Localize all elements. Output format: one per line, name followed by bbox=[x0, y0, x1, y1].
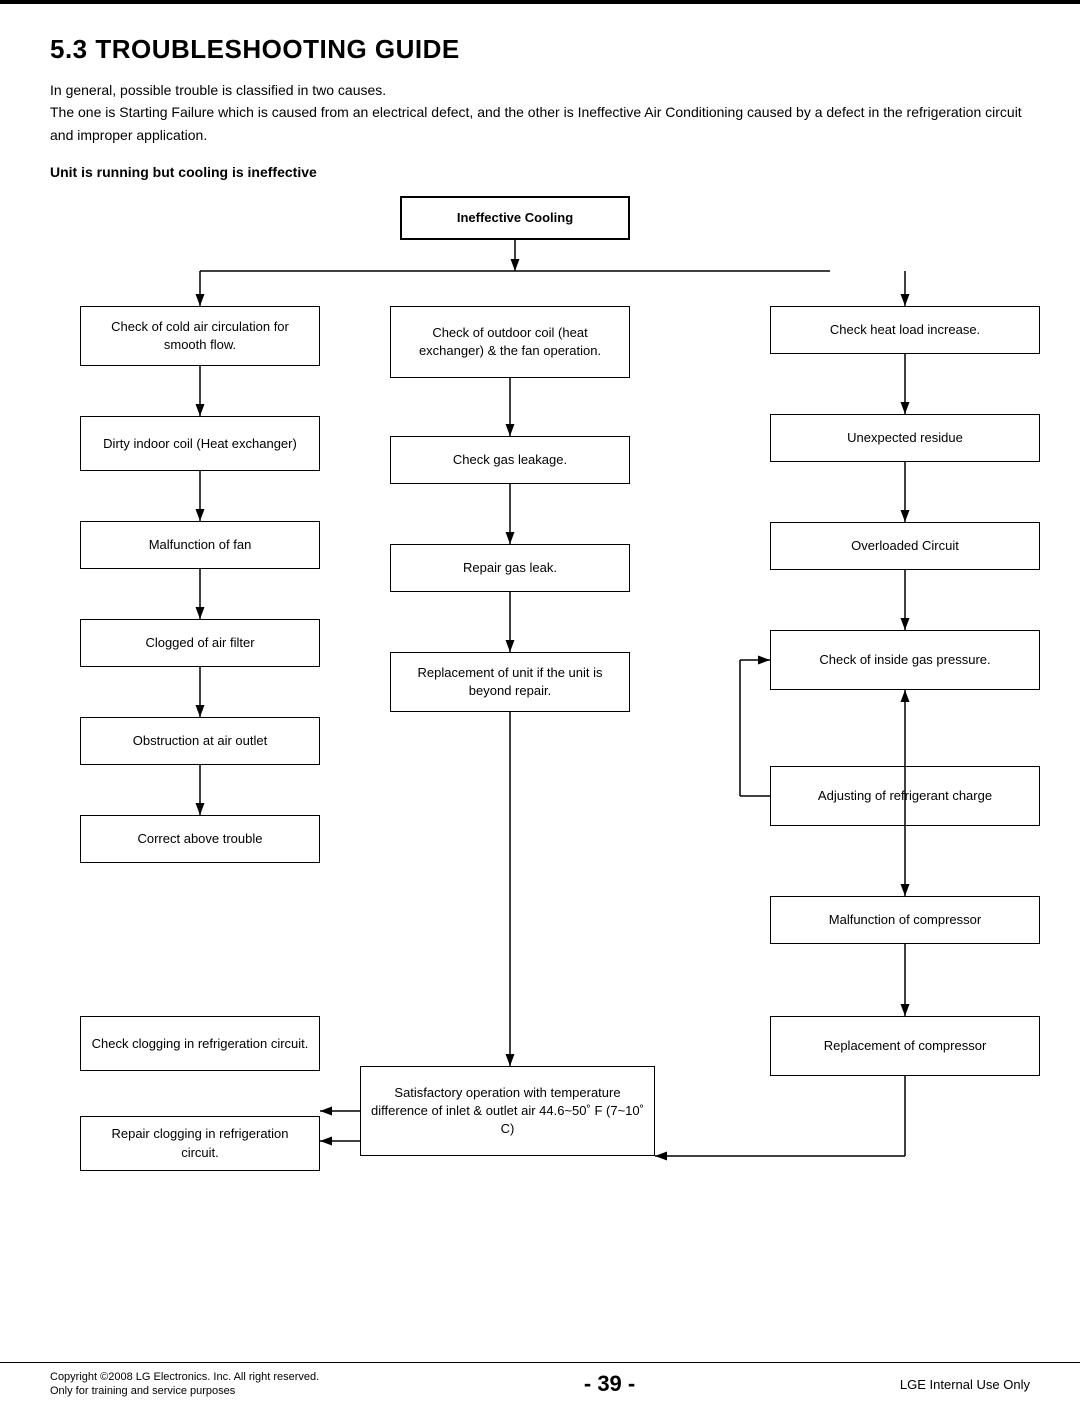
intro-line1: In general, possible trouble is classifi… bbox=[50, 79, 1030, 101]
sub-heading: Unit is running but cooling is ineffecti… bbox=[50, 164, 1030, 180]
box-left4: Clogged of air filter bbox=[80, 619, 320, 667]
footer: Copyright ©2008 LG Electronics. Inc. All… bbox=[0, 1362, 1080, 1405]
box-right7: Replacement of compressor bbox=[770, 1016, 1040, 1076]
box-center4: Replacement of unit if the unit is beyon… bbox=[390, 652, 630, 712]
box-right5: Adjusting of refrigerant charge bbox=[770, 766, 1040, 826]
box-center3: Repair gas leak. bbox=[390, 544, 630, 592]
section-title: 5.3 TROUBLESHOOTING GUIDE bbox=[50, 34, 1030, 65]
box-left2: Dirty indoor coil (Heat exchanger) bbox=[80, 416, 320, 471]
box-right4: Check of inside gas pressure. bbox=[770, 630, 1040, 690]
page-wrapper: 5.3 TROUBLESHOOTING GUIDE In general, po… bbox=[0, 0, 1080, 1405]
footer-training: Only for training and service purposes bbox=[50, 1385, 319, 1397]
box-bottom-left2: Repair clogging in refrigeration circuit… bbox=[80, 1116, 320, 1171]
box-right6: Malfunction of compressor bbox=[770, 896, 1040, 944]
box-left6: Correct above trouble bbox=[80, 815, 320, 863]
box-center-bottom: Satisfactory operation with temperature … bbox=[360, 1066, 655, 1156]
box-right3: Overloaded Circuit bbox=[770, 522, 1040, 570]
box-left5: Obstruction at air outlet bbox=[80, 717, 320, 765]
box-bottom-left1: Check clogging in refrigeration circuit. bbox=[80, 1016, 320, 1071]
box-right1: Check heat load increase. bbox=[770, 306, 1040, 354]
box-center2: Check gas leakage. bbox=[390, 436, 630, 484]
box-center1: Check of outdoor coil (heat exchanger) &… bbox=[390, 306, 630, 378]
box-ineffective-cooling: Ineffective Cooling bbox=[400, 196, 630, 240]
flowchart-container: Ineffective Cooling Check of cold air ci… bbox=[50, 196, 1030, 1246]
footer-left: Copyright ©2008 LG Electronics. Inc. All… bbox=[50, 1371, 319, 1397]
intro-line2: The one is Starting Failure which is cau… bbox=[50, 101, 1030, 146]
content-area: 5.3 TROUBLESHOOTING GUIDE In general, po… bbox=[0, 4, 1080, 1362]
intro-text: In general, possible trouble is classifi… bbox=[50, 79, 1030, 146]
box-right2: Unexpected residue bbox=[770, 414, 1040, 462]
footer-page-number: - 39 - bbox=[584, 1371, 635, 1397]
footer-right: LGE Internal Use Only bbox=[900, 1377, 1030, 1392]
box-left1: Check of cold air circulation for smooth… bbox=[80, 306, 320, 366]
footer-copyright: Copyright ©2008 LG Electronics. Inc. All… bbox=[50, 1371, 319, 1383]
box-left3: Malfunction of fan bbox=[80, 521, 320, 569]
